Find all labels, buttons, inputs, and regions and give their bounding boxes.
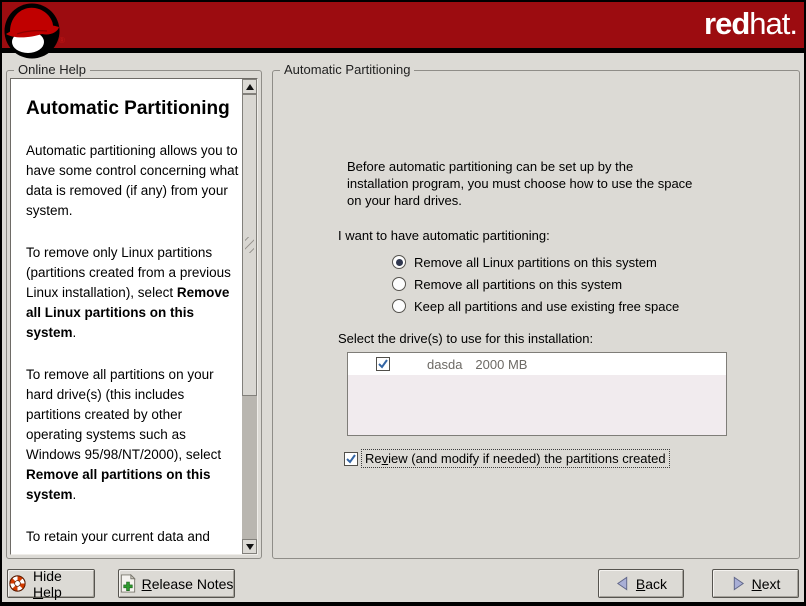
radio-remove-linux-partitions[interactable]: Remove all Linux partitions on this syst…: [392, 251, 679, 273]
next-button[interactable]: Next: [712, 569, 799, 598]
radio-group-prompt: I want to have automatic partitioning:: [338, 228, 550, 243]
automatic-partitioning-frame-title: Automatic Partitioning: [280, 62, 414, 77]
back-label: Back: [636, 576, 667, 592]
check-icon: [377, 358, 389, 370]
help-content: Automatic Partitioning Automatic partiti…: [11, 79, 241, 553]
help-paragraph-2: To remove only Linux partitions (partiti…: [26, 243, 239, 343]
back-button[interactable]: Back: [598, 569, 684, 598]
wordmark-hat: hat: [749, 6, 789, 41]
scrollbar-thumb[interactable]: [242, 94, 257, 396]
radio-button-icon[interactable]: [392, 255, 406, 269]
release-notes-button[interactable]: Release Notes: [118, 569, 235, 598]
radio-button-icon[interactable]: [392, 277, 406, 291]
redhat-wordmark: redhat.: [704, 6, 797, 42]
radio-label: Remove all Linux partitions on this syst…: [414, 255, 657, 270]
scrollbar-down-button[interactable]: [242, 539, 257, 554]
radio-label: Keep all partitions and use existing fre…: [414, 299, 679, 314]
check-icon: [345, 453, 357, 465]
drive-name: dasda: [427, 357, 462, 372]
redhat-shadowman-logo: [3, 1, 63, 61]
arrow-down-icon: [246, 544, 254, 550]
registered-mark: ®: [59, 36, 65, 45]
scrollbar-up-button[interactable]: [242, 79, 257, 94]
drive-row-dasda[interactable]: dasda 2000 MB: [348, 353, 726, 375]
help-scrollbar[interactable]: [242, 79, 257, 554]
drive-select-prompt: Select the drive(s) to use for this inst…: [338, 331, 593, 346]
help-viewport: Automatic Partitioning Automatic partiti…: [10, 78, 258, 555]
hide-help-button[interactable]: Hide Help: [7, 569, 95, 598]
online-help-frame-title: Online Help: [14, 62, 90, 77]
help-paragraph-clipped: To retain your current data and: [26, 527, 239, 547]
arrow-up-icon: [246, 84, 254, 90]
online-help-panel: Online Help Automatic Partitioning Autom…: [6, 70, 262, 559]
arrow-right-icon: [731, 576, 746, 591]
drive-list[interactable]: dasda 2000 MB: [347, 352, 727, 436]
help-paragraph-1: Automatic partitioning allows you to hav…: [26, 141, 239, 221]
wordmark-red: red: [704, 6, 749, 41]
wordmark-dot: .: [789, 6, 797, 41]
drive-checkbox[interactable]: [376, 357, 390, 371]
partitioning-radio-group: Remove all Linux partitions on this syst…: [392, 251, 679, 317]
radio-keep-all-partitions[interactable]: Keep all partitions and use existing fre…: [392, 295, 679, 317]
review-checkbox[interactable]: [344, 452, 358, 466]
review-checkbox-label: Review (and modify if needed) the partit…: [362, 450, 669, 467]
radio-label: Remove all partitions on this system: [414, 277, 622, 292]
hide-help-label: Hide Help: [33, 568, 94, 600]
header-banner: [2, 2, 804, 48]
drive-size: 2000 MB: [475, 357, 527, 372]
life-ring-icon: [8, 574, 27, 593]
intro-text: Before automatic partitioning can be set…: [347, 158, 697, 209]
release-notes-page-icon: [120, 574, 136, 593]
radio-button-icon[interactable]: [392, 299, 406, 313]
help-title: Automatic Partitioning: [26, 99, 239, 119]
next-label: Next: [752, 576, 781, 592]
review-partitions-option[interactable]: Review (and modify if needed) the partit…: [344, 450, 669, 467]
installer-window: ® redhat. Online Help Automatic Partitio…: [0, 0, 806, 606]
scrollbar-grip-icon: [245, 237, 254, 253]
release-notes-label: Release Notes: [142, 576, 234, 592]
radio-remove-all-partitions[interactable]: Remove all partitions on this system: [392, 273, 679, 295]
help-paragraph-3: To remove all partitions on your hard dr…: [26, 365, 239, 505]
arrow-left-icon: [615, 576, 630, 591]
